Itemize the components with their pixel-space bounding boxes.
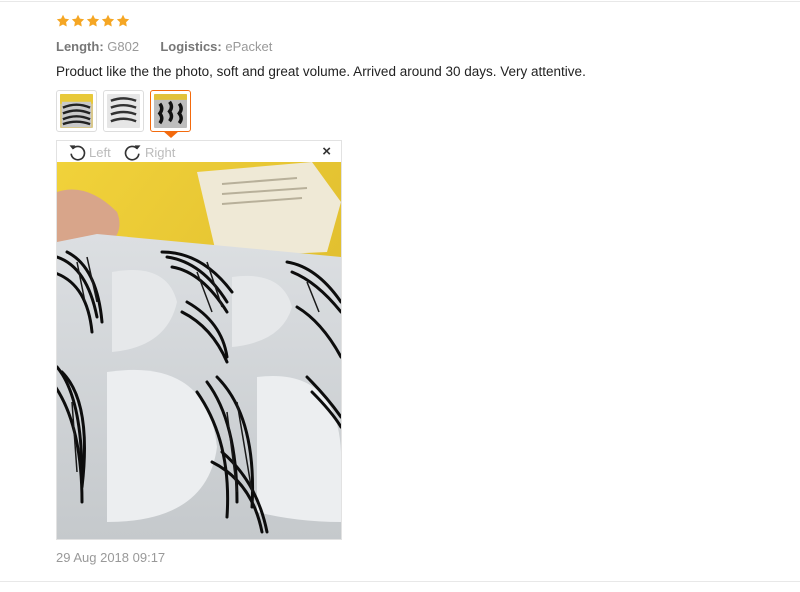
star-icon <box>101 14 115 28</box>
review-meta: Length: G802 Logistics: ePacket <box>56 39 272 54</box>
review-date: 29 Aug 2018 09:17 <box>56 550 166 565</box>
rotate-left-button[interactable]: Left <box>67 142 111 162</box>
star-icon <box>116 14 130 28</box>
close-viewer-button[interactable]: × <box>322 144 331 159</box>
logistics-value: ePacket <box>225 39 273 54</box>
star-rating <box>56 14 130 28</box>
rotate-right-label: Right <box>145 144 176 160</box>
review-photo <box>57 162 341 539</box>
star-icon <box>86 14 100 28</box>
thumbnail-2[interactable] <box>103 90 144 132</box>
top-divider <box>0 1 800 2</box>
thumbnail-3-selected[interactable] <box>150 90 191 132</box>
rotate-left-icon <box>67 142 89 162</box>
length-value: G802 <box>107 39 140 54</box>
thumbnail-1[interactable] <box>56 90 97 132</box>
viewer-toolbar: Left Right × <box>57 141 341 162</box>
star-icon <box>71 14 85 28</box>
bottom-divider <box>0 581 800 582</box>
photo-thumbnails <box>56 90 191 132</box>
selected-thumbnail-pointer <box>163 131 179 138</box>
logistics-label: Logistics: <box>160 39 222 54</box>
rotate-left-label: Left <box>89 144 111 160</box>
rotate-right-button[interactable]: Right <box>123 142 175 162</box>
rotate-right-icon <box>123 142 145 162</box>
photo-viewer: Left Right × <box>56 140 342 540</box>
review-text: Product like the the photo, soft and gre… <box>56 64 586 79</box>
star-icon <box>56 14 70 28</box>
length-label: Length: <box>56 39 104 54</box>
